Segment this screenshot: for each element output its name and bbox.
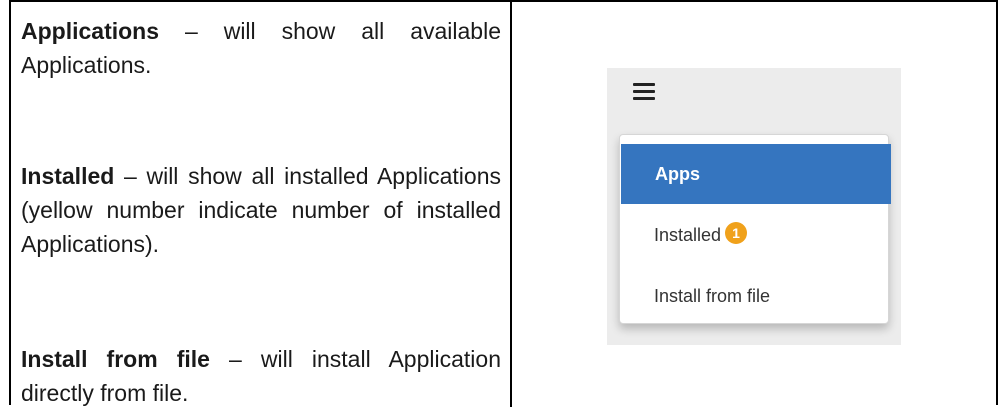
installed-description: Installed – will show all installed Appl… <box>21 159 501 261</box>
term-install-from-file: Install from file <box>21 346 210 372</box>
hamburger-menu-icon[interactable] <box>633 83 655 101</box>
menu-item-installed-label: Installed <box>654 225 722 245</box>
app-menu-screenshot: Apps Installed 1 Install from file <box>607 68 901 345</box>
applications-description: Applications – will show all available A… <box>21 14 501 82</box>
column-divider <box>510 2 512 407</box>
dropdown-menu: Apps Installed 1 Install from file <box>619 134 891 326</box>
term-applications: Applications <box>21 18 160 44</box>
install-from-file-description: Install from file – will install Applica… <box>21 342 501 410</box>
term-installed: Installed <box>21 163 115 189</box>
menu-item-install-from-file-label: Install from file <box>654 286 771 306</box>
menu-item-installed[interactable]: Installed 1 <box>620 205 888 265</box>
menu-item-install-from-file[interactable]: Install from file <box>620 266 888 326</box>
menu-item-apps[interactable]: Apps <box>621 144 891 204</box>
installed-count-badge: 1 <box>725 222 748 244</box>
menu-item-apps-label: Apps <box>655 164 700 184</box>
